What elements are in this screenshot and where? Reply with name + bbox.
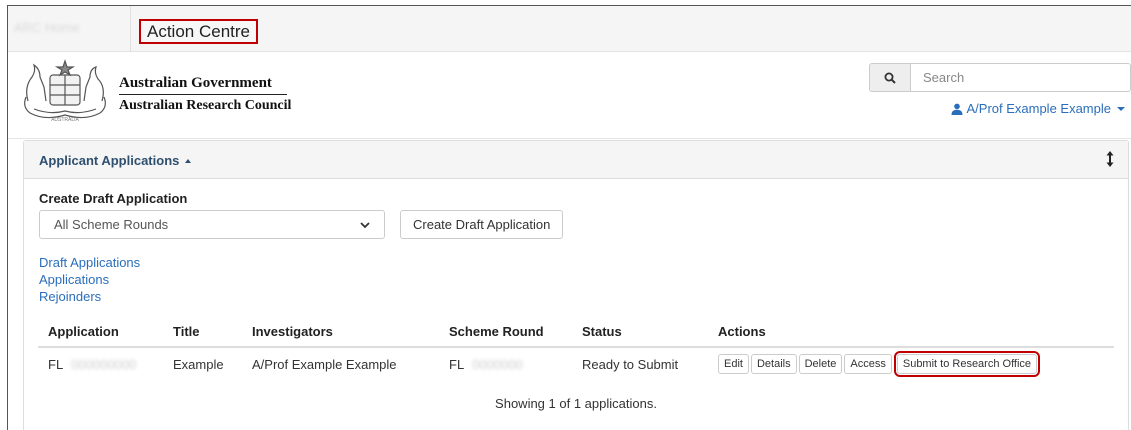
- search-icon[interactable]: [869, 63, 911, 92]
- access-button[interactable]: Access: [844, 354, 892, 374]
- table-row: FL 000000000 Example A/Prof Example Examp…: [38, 347, 1114, 380]
- table-header-row: Application Title Investigators Scheme R…: [38, 318, 1114, 348]
- col-title[interactable]: Title: [163, 318, 242, 348]
- link-rejoinders[interactable]: Rejoinders: [39, 288, 140, 305]
- app-window: ARC Home Action Centre AUSTRALIA Austral…: [7, 5, 1131, 430]
- col-scheme-round[interactable]: Scheme Round: [439, 318, 572, 348]
- tab-action-centre[interactable]: Action Centre: [139, 19, 258, 44]
- resize-vertical-icon[interactable]: [1106, 151, 1114, 167]
- link-draft-applications[interactable]: Draft Applications: [39, 254, 140, 271]
- cell-scheme-round: FL 0000000: [449, 356, 523, 372]
- cell-actions: Edit Details Delete Access Submit to Researc…: [708, 347, 1114, 380]
- applications-table: Application Title Investigators Scheme R…: [38, 318, 1114, 380]
- cell-application: FL 000000000: [48, 356, 137, 372]
- tab-divider: [130, 6, 131, 52]
- tab-home[interactable]: ARC Home: [14, 20, 122, 38]
- delete-button[interactable]: Delete: [798, 354, 843, 374]
- edit-button[interactable]: Edit: [718, 354, 749, 374]
- col-actions: Actions: [708, 318, 1114, 348]
- site-header: AUSTRALIA Australian Government Australi…: [8, 53, 1131, 139]
- create-draft-label: Create Draft Application: [39, 191, 188, 206]
- user-name: A/Prof Example Example: [966, 101, 1111, 116]
- redacted-text: 000000000: [71, 356, 137, 372]
- link-applications[interactable]: Applications: [39, 271, 140, 288]
- cell-investigators: A/Prof Example Example: [252, 356, 397, 372]
- search-input[interactable]: [911, 63, 1131, 92]
- redacted-text: 0000000: [472, 356, 523, 372]
- scheme-select-value: All Scheme Rounds: [54, 217, 169, 232]
- user-icon: [951, 103, 963, 115]
- panel-heading[interactable]: Applicant Applications: [24, 141, 1128, 179]
- chevron-up-icon: [185, 159, 192, 163]
- tab-bar: ARC Home Action Centre: [8, 6, 1131, 52]
- application-links: Draft Applications Applications Rejoinde…: [39, 254, 140, 305]
- applicant-applications-panel: Applicant Applications Create Draft Appl…: [23, 140, 1129, 430]
- scheme-round-select[interactable]: All Scheme Rounds: [39, 210, 385, 239]
- user-menu[interactable]: A/Prof Example Example: [951, 101, 1125, 116]
- create-draft-button[interactable]: Create Draft Application: [400, 210, 564, 239]
- search-group: [869, 63, 1131, 92]
- gov-name: Australian Government: [119, 75, 287, 95]
- council-name: Australian Research Council: [119, 98, 292, 113]
- cell-title: Example: [173, 356, 224, 372]
- chevron-down-icon: [360, 221, 370, 228]
- col-application[interactable]: Application: [38, 318, 163, 348]
- col-investigators[interactable]: Investigators: [242, 318, 439, 348]
- svg-text:AUSTRALIA: AUSTRALIA: [51, 117, 79, 123]
- col-status[interactable]: Status: [572, 318, 708, 348]
- details-button[interactable]: Details: [750, 354, 797, 374]
- panel-title[interactable]: Applicant Applications: [39, 153, 192, 168]
- cell-status: Ready to Submit: [582, 356, 679, 372]
- chevron-down-icon: [1117, 106, 1125, 111]
- coat-of-arms-icon: AUSTRALIA: [24, 59, 106, 123]
- submit-to-research-office-button[interactable]: Submit to Research Office: [893, 351, 1041, 377]
- pagination-summary: Showing 1 of 1 applications.: [495, 396, 657, 411]
